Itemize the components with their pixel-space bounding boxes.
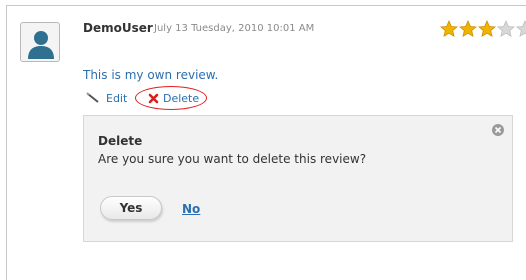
star-filled-icon — [459, 20, 477, 38]
close-icon[interactable] — [491, 123, 505, 137]
star-empty-icon — [516, 20, 526, 38]
star-rating — [440, 20, 526, 38]
delete-x-icon — [148, 93, 159, 104]
avatar — [20, 22, 60, 62]
delete-link[interactable]: Delete — [163, 92, 199, 105]
no-link[interactable]: No — [182, 202, 200, 216]
dialog-message: Are you sure you want to delete this rev… — [98, 152, 367, 166]
star-filled-icon — [478, 20, 496, 38]
review-text: This is my own review. — [83, 68, 219, 82]
dialog-title: Delete — [98, 134, 143, 148]
delete-confirm-dialog — [83, 115, 513, 242]
edit-link[interactable]: Edit — [106, 92, 127, 105]
pencil-icon — [86, 92, 99, 103]
username[interactable]: DemoUser — [83, 21, 153, 35]
user-silhouette-icon — [28, 31, 54, 59]
star-filled-icon — [440, 20, 458, 38]
review-timestamp: July 13 Tuesday, 2010 10:01 AM — [154, 23, 315, 34]
yes-button[interactable]: Yes — [100, 196, 162, 220]
star-empty-icon — [497, 20, 515, 38]
